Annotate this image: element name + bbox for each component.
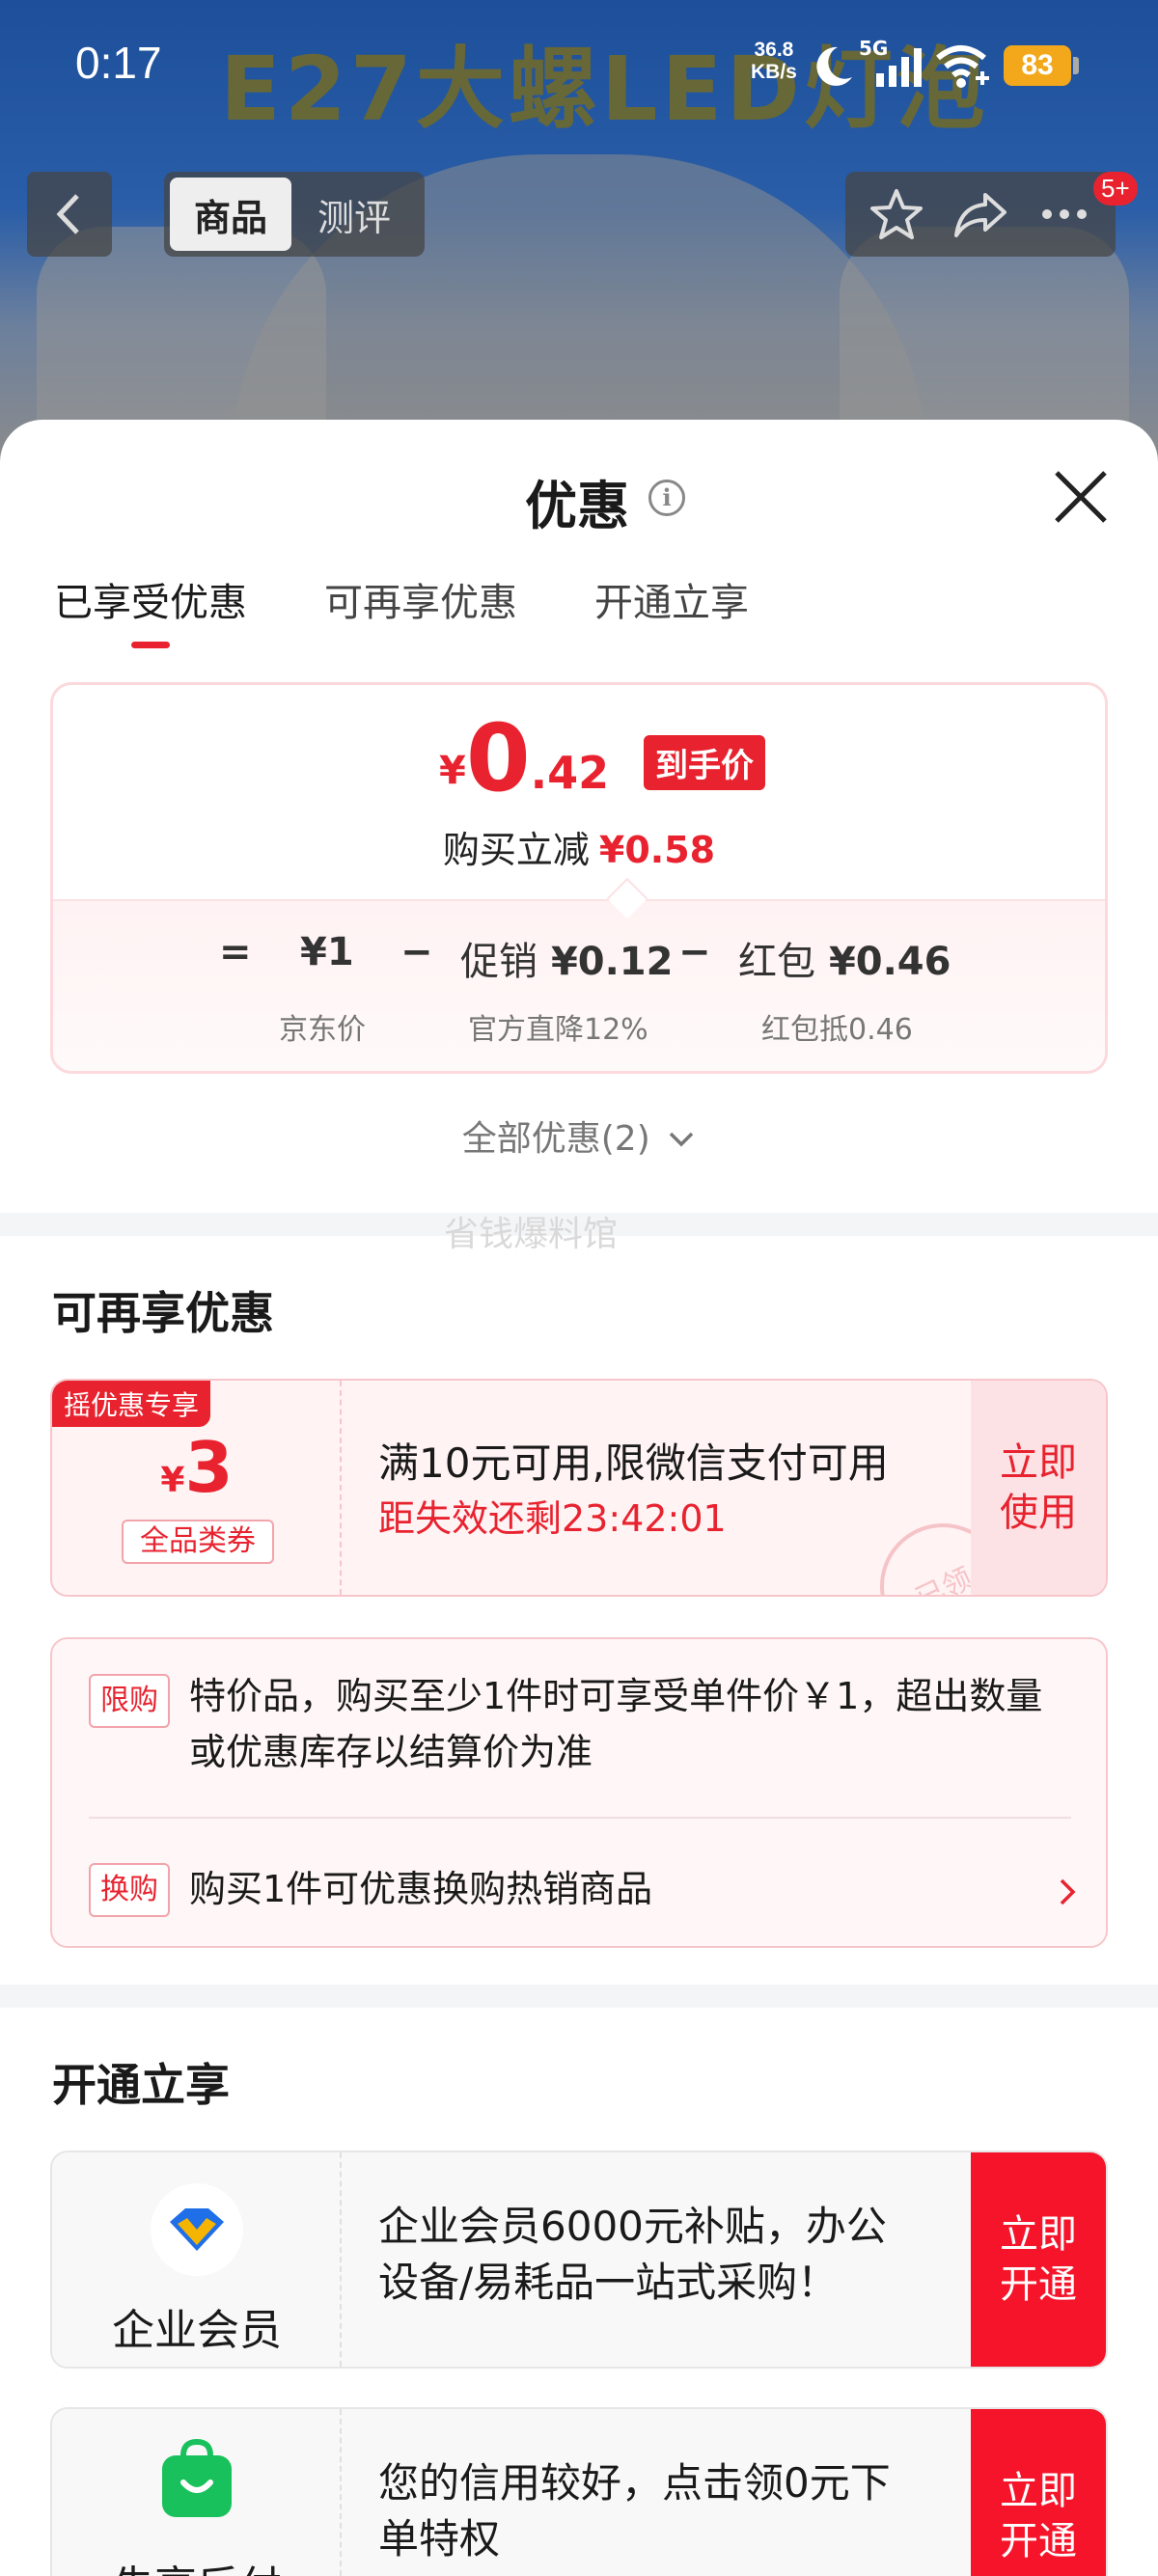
redpacket-amount: ¥0.46 bbox=[828, 940, 951, 984]
enterprise-member-info: 企业会员 bbox=[52, 2152, 342, 2367]
coupon-currency: ¥ bbox=[160, 1461, 185, 1500]
price-card: ¥ 0 .42 到手价 购买立减 ¥0.58 = ¥1 − 促销 ¥0.12 − … bbox=[50, 682, 1108, 1074]
breakdown-jd-price: ¥1 bbox=[300, 930, 354, 974]
equals-sign: = bbox=[219, 930, 252, 974]
price-currency: ¥ bbox=[439, 749, 466, 793]
discount-sheet: 优惠 i 已享受优惠 可再享优惠 开通立享 ¥ 0 .42 到手价 购买立减 ¥0… bbox=[0, 420, 1158, 2576]
coupon-amount-value: 3 bbox=[184, 1427, 234, 1508]
coupon-amount: ¥3 bbox=[52, 1427, 342, 1508]
minus-sign: − bbox=[400, 930, 433, 974]
pay-later-desc: 您的信用较好，点击领0元下单特权 bbox=[378, 2459, 891, 2562]
promo-sub-label: 官方直降12% bbox=[468, 1013, 648, 1047]
section-divider bbox=[0, 1985, 1158, 2008]
enterprise-member-desc: 企业会员6000元补贴，办公设备/易耗品一站式采购！ bbox=[378, 2203, 887, 2306]
shopping-bag-icon bbox=[162, 2438, 232, 2517]
price-breakdown: = ¥1 − 促销 ¥0.12 − 红包 ¥0.46 京东价 官方直降12% 红… bbox=[53, 899, 1105, 1071]
section-title-more: 可再享优惠 bbox=[52, 1287, 274, 1339]
wifi-icon bbox=[936, 45, 989, 88]
coupon-condition: 满10元可用,限微信支付可用 bbox=[378, 1439, 889, 1487]
enterprise-member-name: 企业会员 bbox=[112, 2306, 282, 2355]
watermark: 省钱爆料馆 bbox=[444, 1215, 619, 1254]
open-pay-later-button[interactable]: 立即开通 bbox=[971, 2409, 1106, 2576]
status-bar: 0:17 36.8 KB/s 5G 83 bbox=[0, 0, 1158, 125]
tab-enjoyed[interactable]: 已享受优惠 bbox=[54, 574, 247, 651]
tab-review[interactable]: 测评 bbox=[291, 178, 417, 251]
use-coupon-label: 立即使用 bbox=[1000, 1440, 1077, 1535]
rule-tag-limit: 限购 bbox=[89, 1674, 170, 1728]
section-title-open: 开通立享 bbox=[52, 2059, 230, 2111]
use-coupon-button[interactable]: 立即使用 bbox=[971, 1381, 1106, 1595]
battery-level: 83 bbox=[1004, 45, 1071, 86]
nav-actions bbox=[845, 172, 1116, 257]
close-icon[interactable] bbox=[1047, 463, 1115, 531]
reduction-label: 购买立减 bbox=[442, 829, 590, 871]
tab-open[interactable]: 开通立享 bbox=[594, 574, 749, 651]
all-discounts-toggle[interactable]: 全部优惠(2) bbox=[0, 1110, 1158, 1161]
more-icon[interactable] bbox=[1035, 185, 1093, 243]
rule-text-exchange[interactable]: 购买1件可优惠换购热销商品 bbox=[189, 1861, 1019, 1917]
price-reduction: 购买立减 ¥0.58 bbox=[53, 820, 1105, 873]
coupon-kind: 全品类券 bbox=[122, 1520, 274, 1564]
jd-price-label: 京东价 bbox=[279, 1013, 366, 1047]
purchase-rules: 限购 特价品，购买至少1件时可享受单件价￥1，超出数量或优惠库存以结算价为准 换… bbox=[50, 1637, 1108, 1948]
network-speed-value: 36.8 bbox=[754, 39, 794, 61]
discount-tabs: 已享受优惠 可再享优惠 开通立享 bbox=[54, 574, 826, 651]
open-pay-later-label: 立即开通 bbox=[1000, 2469, 1077, 2563]
network-speed: 36.8 KB/s bbox=[751, 39, 797, 83]
rule-text-limit: 特价品，购买至少1件时可享受单件价￥1，超出数量或优惠库存以结算价为准 bbox=[189, 1675, 1043, 1773]
info-icon[interactable]: i bbox=[648, 480, 685, 516]
breakdown-promo: 促销 ¥0.12 bbox=[460, 930, 673, 986]
all-discounts-label: 全部优惠(2) bbox=[461, 1119, 650, 1159]
moon-icon bbox=[816, 46, 852, 86]
reduction-amount: ¥0.58 bbox=[598, 829, 716, 871]
chevron-down-icon bbox=[669, 1132, 694, 1147]
breakdown-redpacket: 红包 ¥0.46 bbox=[738, 930, 951, 986]
redpacket-sub-label: 红包抵0.46 bbox=[761, 1013, 913, 1047]
coupon-value-area: 摇优惠专享 ¥3 全品类券 bbox=[52, 1381, 342, 1595]
open-enterprise-button[interactable]: 立即开通 bbox=[971, 2152, 1106, 2367]
share-icon[interactable] bbox=[951, 185, 1010, 243]
minus-sign: − bbox=[678, 930, 711, 974]
open-enterprise-label: 立即开通 bbox=[1000, 2212, 1077, 2307]
final-price-area: ¥ 0 .42 到手价 购买立减 ¥0.58 bbox=[53, 685, 1105, 899]
battery-tip bbox=[1073, 57, 1079, 74]
sheet-header: 优惠 i bbox=[0, 420, 1158, 574]
tab-product[interactable]: 商品 bbox=[170, 178, 291, 251]
chevron-left-icon bbox=[56, 194, 79, 234]
coupon-countdown: 距失效还剩23:42:01 bbox=[378, 1497, 727, 1540]
final-price: ¥ 0 .42 bbox=[439, 712, 609, 805]
redpacket-label: 红包 bbox=[738, 940, 815, 984]
pay-later-info: 先享后付 bbox=[52, 2409, 342, 2576]
message-badge: 5+ bbox=[1093, 172, 1138, 206]
promo-amount: ¥0.12 bbox=[550, 940, 674, 984]
product-nav-tabs: 商品 测评 bbox=[164, 172, 425, 257]
price-integer: 0 bbox=[465, 704, 531, 812]
rule-divider bbox=[89, 1817, 1071, 1819]
tab-more[interactable]: 可再享优惠 bbox=[324, 574, 517, 651]
chevron-right-icon[interactable] bbox=[1048, 1873, 1087, 1911]
sheet-title: 优惠 bbox=[525, 476, 629, 536]
coupon-badge: 摇优惠专享 bbox=[52, 1381, 211, 1427]
rule-tag-exchange: 换购 bbox=[89, 1863, 170, 1917]
pay-later-name: 先享后付 bbox=[52, 2552, 342, 2576]
star-icon[interactable] bbox=[868, 185, 925, 243]
coupon-card: 摇优惠专享 ¥3 全品类券 满10元可用,限微信支付可用 距失效还剩23:42:… bbox=[50, 1379, 1108, 1597]
network-speed-unit: KB/s bbox=[751, 61, 797, 83]
status-time: 0:17 bbox=[75, 38, 162, 88]
back-button[interactable] bbox=[27, 172, 112, 257]
signal-icon bbox=[876, 48, 922, 87]
price-tag: 到手价 bbox=[644, 735, 765, 790]
pay-later-card: 先享后付 您的信用较好，点击领0元下单特权 立即开通 bbox=[50, 2407, 1108, 2576]
breakdown-row: = ¥1 − 促销 ¥0.12 − 红包 ¥0.46 bbox=[53, 930, 1105, 988]
price-decimal: .42 bbox=[530, 747, 610, 799]
promo-label: 促销 bbox=[460, 940, 538, 984]
enterprise-member-card: 企业会员 企业会员6000元补贴，办公设备/易耗品一站式采购！ 立即开通 bbox=[50, 2151, 1108, 2369]
enterprise-member-icon bbox=[151, 2183, 243, 2276]
